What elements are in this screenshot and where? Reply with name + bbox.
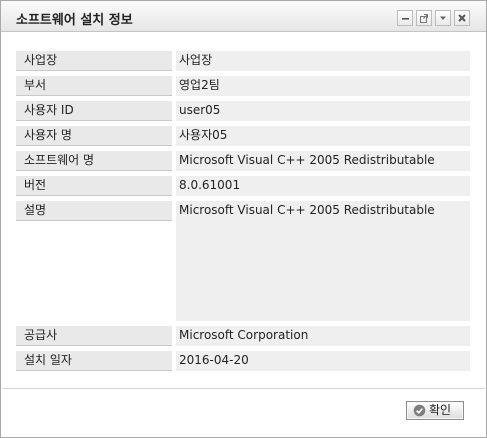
field-label: 부서	[16, 76, 172, 96]
popout-icon	[420, 14, 428, 23]
ok-button[interactable]: 확인	[406, 401, 464, 420]
field-value: user05	[176, 101, 470, 121]
close-icon	[458, 14, 466, 22]
field-label: 버전	[16, 176, 172, 196]
field-value: 영업2팀	[176, 76, 470, 96]
field-value: 사업장	[176, 51, 470, 71]
field-label: 사용자 ID	[16, 101, 172, 121]
ok-button-label: 확인	[429, 403, 452, 417]
field-label: 사업장	[16, 51, 172, 71]
field-value: Microsoft Corporation	[176, 326, 470, 346]
minimize-button[interactable]	[397, 10, 413, 26]
field-label: 설치 일자	[16, 351, 172, 371]
field-label: 소프트웨어 명	[16, 151, 172, 171]
software-install-info-dialog: 소프트웨어 설치 정보 사업장 사업장 부서 영업2팀 사용자 ID user0…	[0, 0, 487, 438]
popout-button[interactable]	[416, 10, 432, 26]
field-label: 설명	[16, 201, 172, 221]
close-button[interactable]	[454, 10, 470, 26]
check-circle-icon	[413, 404, 426, 417]
field-value: 2016-04-20	[176, 351, 470, 371]
field-value: Microsoft Visual C++ 2005 Redistributabl…	[176, 151, 470, 171]
dropdown-button[interactable]	[435, 10, 451, 26]
footer-divider	[2, 388, 485, 389]
field-value: 8.0.61001	[176, 176, 470, 196]
minimize-icon	[402, 18, 409, 20]
field-label: 사용자 명	[16, 126, 172, 146]
field-value: 사용자05	[176, 126, 470, 146]
chevron-down-icon	[440, 16, 446, 20]
description-value: Microsoft Visual C++ 2005 Redistributabl…	[176, 201, 470, 321]
dialog-title: 소프트웨어 설치 정보	[16, 13, 133, 28]
dialog-titlebar: 소프트웨어 설치 정보	[1, 1, 486, 32]
field-label: 공급사	[16, 326, 172, 346]
